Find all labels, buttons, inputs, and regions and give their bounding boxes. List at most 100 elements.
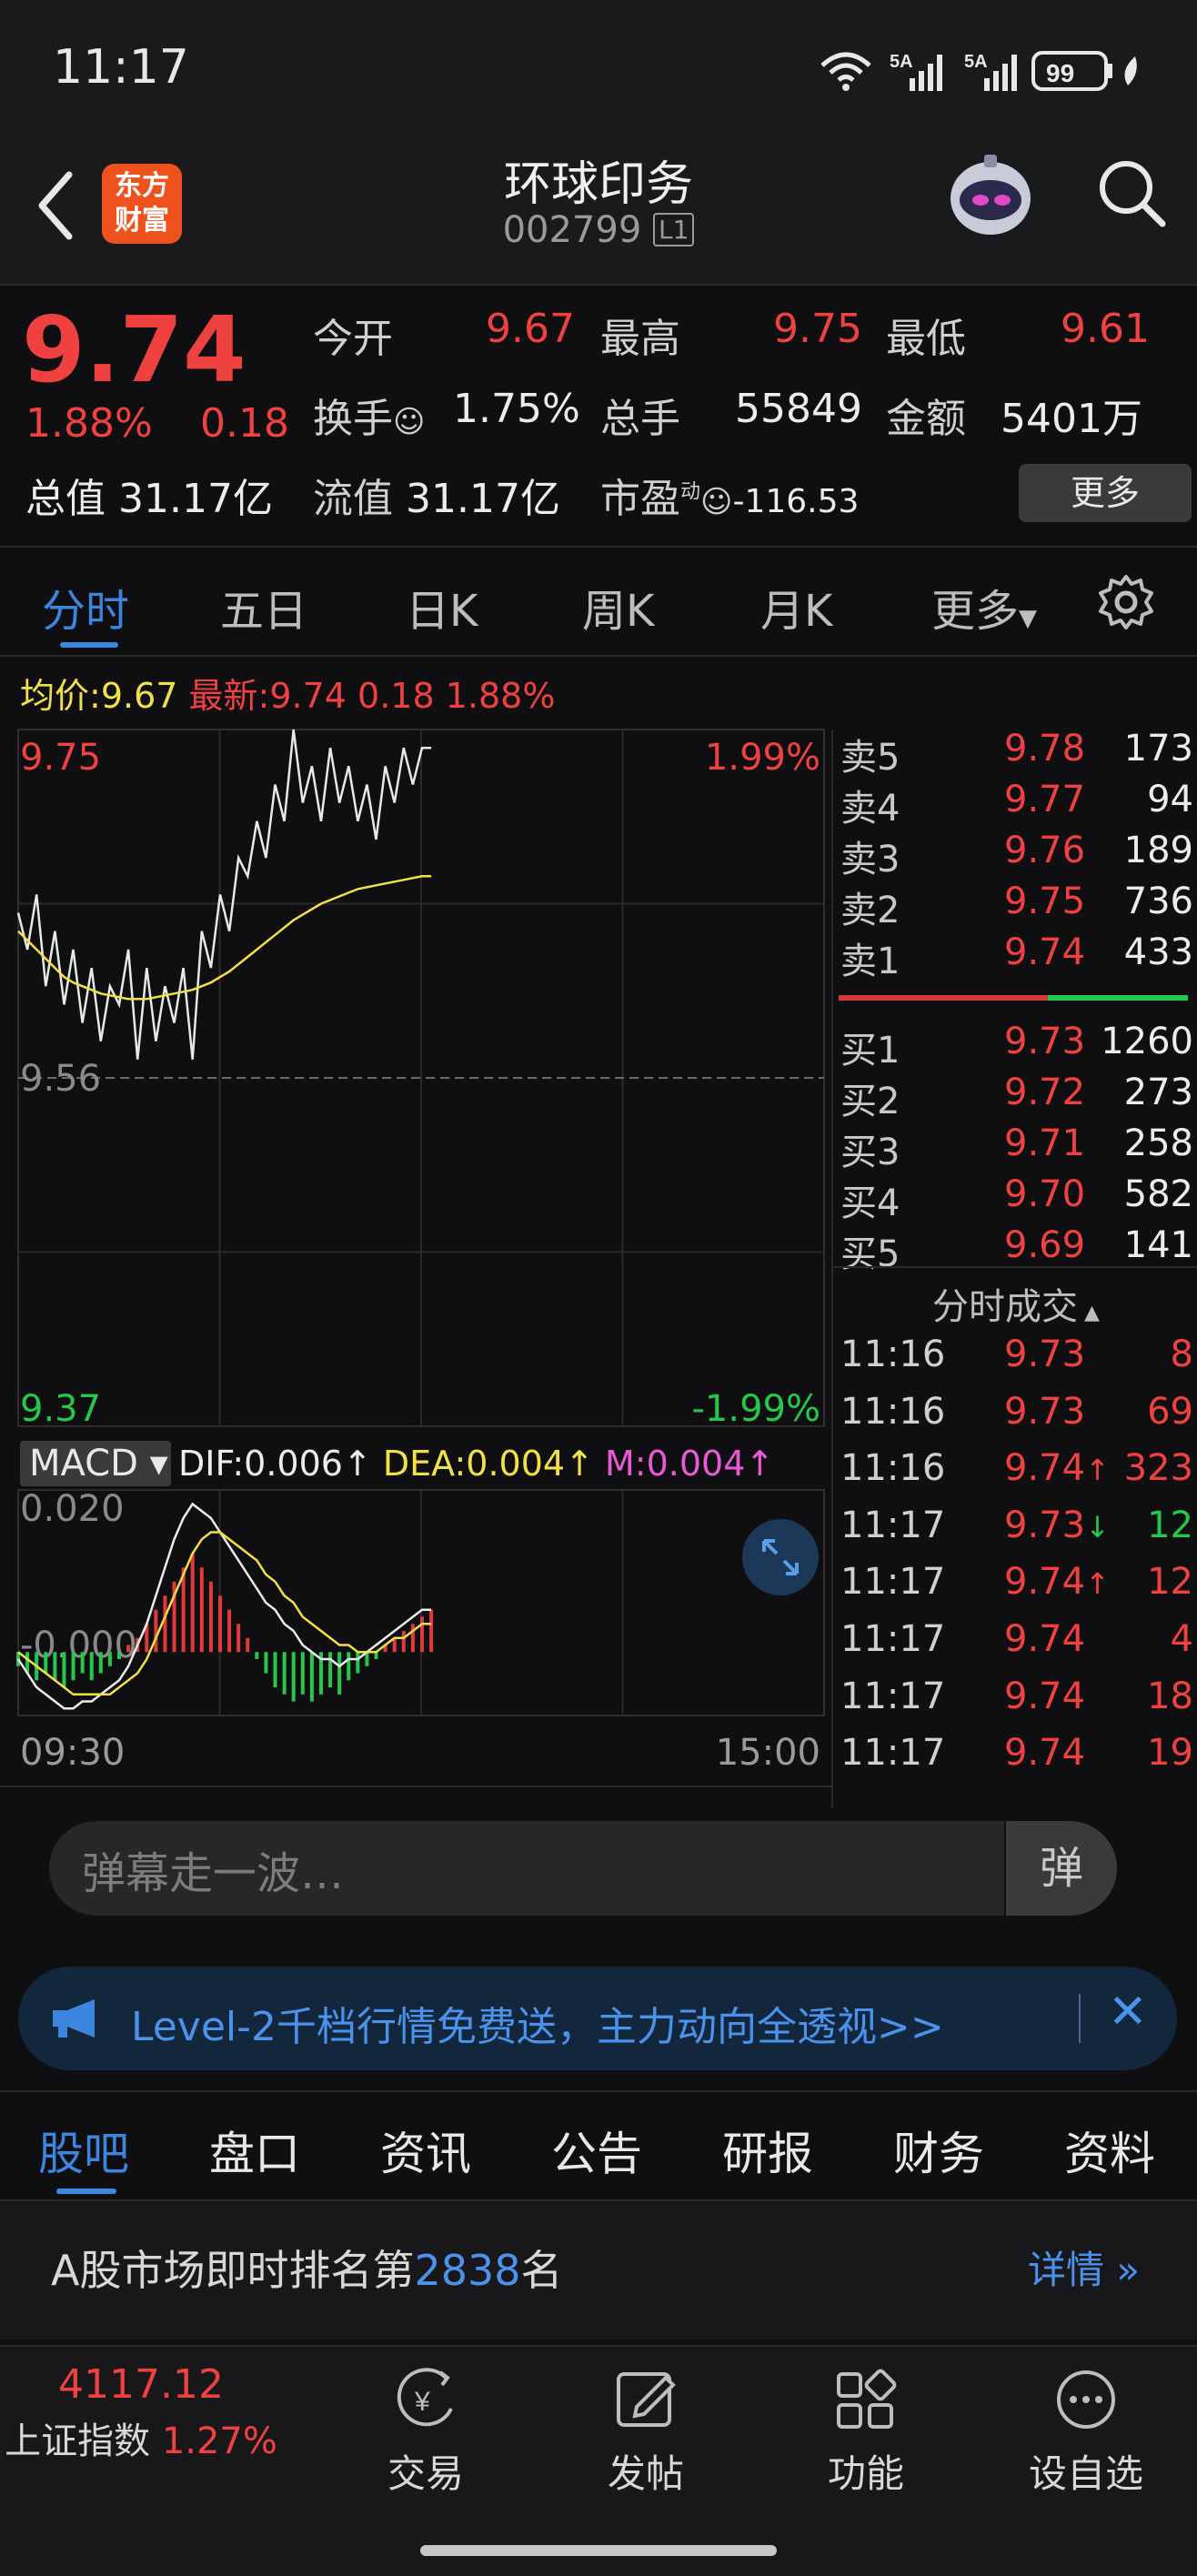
trade-volume: 12 bbox=[1147, 1561, 1193, 1604]
back-icon[interactable] bbox=[33, 169, 78, 242]
volume-label: 总手 bbox=[600, 396, 680, 442]
info-icon: ☺ bbox=[393, 404, 426, 440]
ask-row[interactable]: 卖3 9.76 189 bbox=[833, 830, 1197, 880]
tab-research[interactable]: 研报 bbox=[722, 2118, 813, 2183]
ask-row[interactable]: 卖5 9.78 173 bbox=[833, 728, 1197, 779]
tab-monthly-k[interactable]: 月K bbox=[760, 575, 832, 639]
tab-profile[interactable]: 资料 bbox=[1064, 2118, 1155, 2183]
change-percent: 1.88% bbox=[25, 400, 153, 447]
trade-row: 11:17 9.74 19 bbox=[833, 1732, 1197, 1786]
tab-guba[interactable]: 股吧 bbox=[38, 2118, 129, 2183]
tab-weekly-k[interactable]: 周K bbox=[582, 575, 654, 639]
tab-pankou[interactable]: 盘口 bbox=[209, 2118, 300, 2183]
arrow-up-icon: ↑ bbox=[1085, 1453, 1110, 1488]
macd-value: DIF:0.006↑ bbox=[178, 1444, 383, 1484]
tab-five-day[interactable]: 五日 bbox=[220, 575, 307, 639]
svg-text:5A: 5A bbox=[890, 52, 913, 72]
settings-gear-icon[interactable] bbox=[1097, 573, 1155, 631]
pe-label[interactable]: 市盈动☺-116.53 bbox=[600, 466, 859, 524]
tab-news[interactable]: 资讯 bbox=[380, 2118, 471, 2183]
intraday-chart[interactable]: 9.75 9.56 9.37 1.99% -1.99% MACD ▾ DIF:0.006↑ … bbox=[0, 657, 833, 1788]
quote-panel: 9.74 1.88% 0.18 总值 31.17亿 今开 9.67 最高 9.7… bbox=[0, 286, 1197, 548]
trade-row: 11:16 9.74↑ 323 bbox=[833, 1447, 1197, 1502]
bid-price: 9.70 bbox=[1004, 1173, 1086, 1215]
dea-line bbox=[17, 1531, 432, 1696]
chart-area: 均价:9.67 最新:9.74 0.18 1.88% 9.75 9.56 9.37 1… bbox=[0, 657, 1197, 1808]
expand-button[interactable] bbox=[742, 1519, 819, 1595]
ask-volume: 433 bbox=[1123, 931, 1193, 973]
search-icon[interactable] bbox=[1095, 156, 1168, 229]
status-time: 11:17 bbox=[53, 40, 189, 95]
battery-icon: 99 bbox=[1031, 51, 1137, 91]
more-button[interactable]: 更多 bbox=[1019, 464, 1192, 522]
stock-code: 002799 bbox=[502, 209, 642, 251]
open-value: 9.67 bbox=[486, 306, 575, 352]
turnover-label[interactable]: 换手☺ bbox=[313, 386, 425, 444]
close-icon[interactable]: ✕ bbox=[1108, 1985, 1148, 2039]
trade-volume: 69 bbox=[1147, 1390, 1193, 1433]
trades-header[interactable]: 分时成交 ▲ bbox=[833, 1277, 1197, 1330]
tab-finance[interactable]: 财务 bbox=[893, 2118, 984, 2183]
trade-time: 11:16 bbox=[840, 1333, 946, 1375]
ask-row[interactable]: 卖2 9.75 736 bbox=[833, 880, 1197, 931]
trade-time: 11:17 bbox=[840, 1561, 946, 1604]
danmu-input[interactable]: 弹幕走一波… bbox=[82, 1837, 344, 1901]
nav-functions[interactable]: 功能 bbox=[775, 2365, 957, 2499]
index-name-row: 上证指数 1.27% bbox=[5, 2420, 277, 2462]
bid-row[interactable]: 买2 9.72 273 bbox=[833, 1072, 1197, 1122]
bid-price: 9.69 bbox=[1004, 1224, 1086, 1266]
y-tick-label: 9.56 bbox=[20, 1058, 101, 1100]
bid-volume: 582 bbox=[1123, 1173, 1193, 1215]
macd-selector-label: MACD ▾ bbox=[29, 1443, 168, 1484]
trade-row: 11:17 9.74 18 bbox=[833, 1675, 1197, 1730]
status-icons: 5A 5A 99 bbox=[820, 51, 1137, 91]
tab-announcements[interactable]: 公告 bbox=[551, 2118, 642, 2183]
tab-intraday[interactable]: 分时 bbox=[42, 575, 129, 639]
ask-row[interactable]: 卖4 9.77 94 bbox=[833, 779, 1197, 830]
trade-price: 9.73 bbox=[1004, 1390, 1086, 1433]
level-badge: L1 bbox=[653, 213, 695, 247]
bid-price: 9.73 bbox=[1004, 1021, 1086, 1062]
app-logo[interactable]: 东方 财富 bbox=[102, 164, 182, 244]
svg-text:¥: ¥ bbox=[414, 2387, 430, 2417]
index-ticker[interactable]: 4117.12 上证指数 1.27% bbox=[0, 2361, 282, 2464]
trade-volume: 18 bbox=[1147, 1675, 1193, 1717]
robot-assistant-icon[interactable] bbox=[942, 147, 1039, 244]
bid-row[interactable]: 买4 9.70 582 bbox=[833, 1173, 1197, 1224]
bid-volume: 258 bbox=[1123, 1122, 1193, 1164]
promo-banner[interactable]: Level-2千档行情免费送，主力动向全透视>> ✕ bbox=[18, 1967, 1177, 2070]
wifi-icon bbox=[820, 52, 871, 91]
nav-post[interactable]: 发帖 bbox=[555, 2365, 737, 2499]
nav-add-watchlist[interactable]: 设自选 bbox=[995, 2365, 1177, 2499]
trade-row: 11:17 9.74 4 bbox=[833, 1618, 1197, 1673]
trade-time: 11:17 bbox=[840, 1675, 946, 1717]
trade-time: 11:17 bbox=[840, 1504, 946, 1546]
dropdown-icon: ▼ bbox=[1019, 605, 1038, 632]
ask-row[interactable]: 卖1 9.74 433 bbox=[833, 931, 1197, 982]
stock-header: 东方 财富 环球印务 002799 L1 bbox=[0, 136, 1197, 286]
trade-row: 11:16 9.73 69 bbox=[833, 1391, 1197, 1445]
ask-price: 9.77 bbox=[1004, 779, 1086, 820]
ask-price: 9.78 bbox=[1004, 728, 1086, 770]
bid-volume: 141 bbox=[1123, 1224, 1193, 1266]
trade-time: 11:17 bbox=[840, 1618, 946, 1660]
ask-volume: 94 bbox=[1147, 779, 1193, 820]
ask-price: 9.75 bbox=[1004, 880, 1086, 922]
trade-price: 9.74↑ bbox=[1004, 1447, 1110, 1490]
trade-volume: 12 bbox=[1147, 1504, 1193, 1546]
nav-trade[interactable]: ¥ 交易 bbox=[335, 2365, 517, 2499]
rank-detail-link[interactable]: 详情 » bbox=[1028, 2239, 1140, 2295]
ask-level-label: 卖5 bbox=[840, 737, 900, 779]
tab-more[interactable]: 更多▼ bbox=[931, 575, 1037, 639]
index-value: 4117.12 bbox=[58, 2361, 224, 2408]
tab-daily-k[interactable]: 日K bbox=[406, 575, 478, 639]
series-line-最新 bbox=[16, 729, 432, 1060]
svg-text:99: 99 bbox=[1046, 59, 1074, 87]
bid-level-label: 买4 bbox=[840, 1182, 900, 1224]
ask-level-label: 卖4 bbox=[840, 788, 900, 830]
danmu-toggle-button[interactable]: 弹 bbox=[1004, 1821, 1117, 1916]
chart-period-tabs: 分时 五日 日K 周K 月K 更多▼ bbox=[0, 548, 1197, 657]
bid-row[interactable]: 买1 9.73 1260 bbox=[833, 1021, 1197, 1072]
bid-price: 9.71 bbox=[1004, 1122, 1086, 1164]
bid-row[interactable]: 买3 9.71 258 bbox=[833, 1122, 1197, 1173]
